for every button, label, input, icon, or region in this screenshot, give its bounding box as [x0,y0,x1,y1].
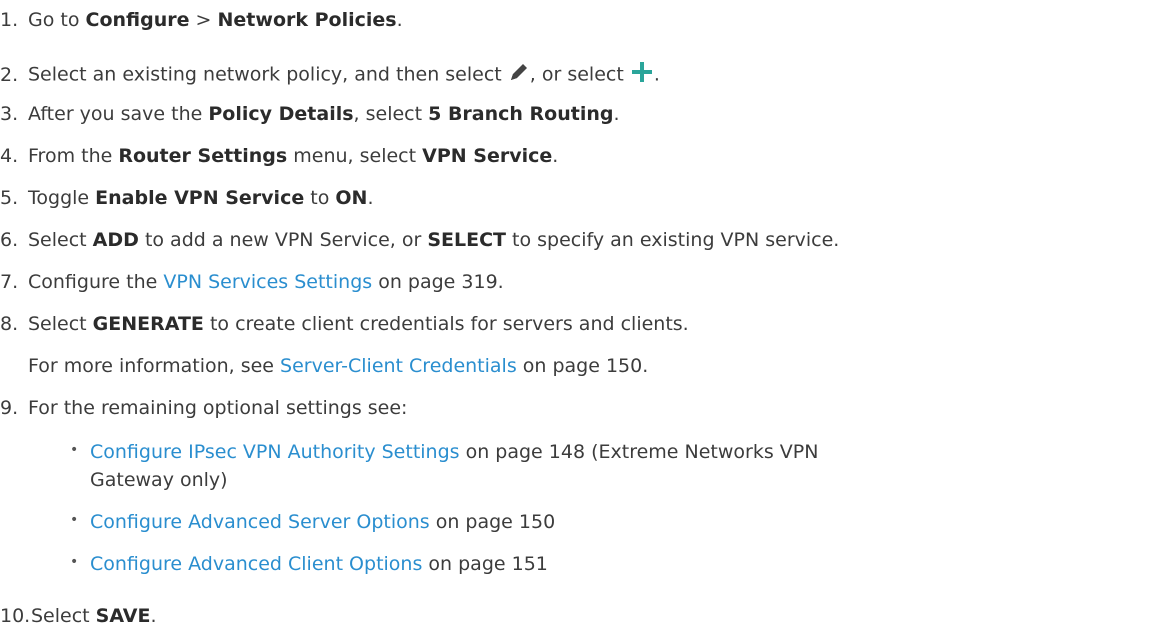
pencil-icon [508,61,530,89]
step-text: to [304,187,336,209]
step-3: 3. After you save the Policy Details, sel… [0,102,620,126]
link-configure-ipsec-vpn-authority[interactable]: Configure IPsec VPN Authority Settings [90,441,460,463]
punctuation: . [552,145,559,167]
bold-term: Policy Details [208,103,354,125]
step-text: After you save the [28,103,209,125]
step-9: 9. For the remaining optional settings se… [0,396,407,420]
step-text: on page 150 [429,511,556,533]
bold-term: Router Settings [118,145,288,167]
step-text: on page 151 [422,553,548,575]
step-number: 6. [0,229,19,251]
punctuation: . [653,63,660,86]
punctuation: . [367,187,374,209]
step-text: Select [31,605,96,627]
bold-term: SELECT [427,229,506,251]
step-number: 10. [0,605,31,627]
step-number: 3. [0,103,19,125]
step-4: 4. From the Router Settings menu, select … [0,144,558,168]
sub-item-advanced-server: Configure Advanced Server Options on pag… [90,510,555,534]
bold-term: VPN Service [422,145,553,167]
step-text: For more information, see [28,355,281,377]
step-2: 2. Select an existing network policy, and… [0,60,660,90]
step-10: 10.Select SAVE. [0,604,157,628]
step-number: 9. [0,397,19,419]
bullet: • [70,554,79,570]
bullet: • [70,512,79,528]
step-8: 8. Select GENERATE to create client crede… [0,312,689,336]
bold-term: SAVE [95,605,151,627]
step-text: to specify an existing VPN service. [506,229,840,251]
bold-term: GENERATE [92,313,204,335]
plus-icon [630,60,654,90]
step-6: 6. Select ADD to add a new VPN Service, o… [0,228,839,252]
sub-item-ipsec: Configure IPsec VPN Authority Settings o… [90,440,818,464]
step-text: Select an existing network policy, and t… [28,63,508,86]
step-text: Toggle [28,187,96,209]
step-text: to add a new VPN Service, or [138,229,428,251]
link-configure-advanced-server-options[interactable]: Configure Advanced Server Options [90,511,430,533]
step-8-more-info: For more information, see Server-Client … [28,354,648,378]
link-vpn-services-settings[interactable]: VPN Services Settings [163,271,372,293]
step-text: Configure the [28,271,164,293]
step-number: 5. [0,187,19,209]
punctuation: . [150,605,157,627]
punctuation: . [396,9,403,31]
step-text: , or select [529,63,630,86]
step-number: 2. [0,63,19,86]
bold-term: Network Policies [217,9,397,31]
step-number: 7. [0,271,19,293]
step-text: Select [28,313,93,335]
step-text: From the [28,145,119,167]
link-server-client-credentials[interactable]: Server-Client Credentials [280,355,517,377]
bold-term: ON [335,187,368,209]
punctuation: . [613,103,620,125]
sub-item-advanced-client: Configure Advanced Client Options on pag… [90,552,548,576]
bullet: • [70,442,79,458]
step-text: to create client credentials for servers… [203,313,689,335]
bold-term: Configure [85,9,190,31]
step-text: menu, select [287,145,423,167]
step-number: 4. [0,145,19,167]
separator: > [189,9,218,31]
bold-term: Enable VPN Service [95,187,305,209]
bold-term: 5 Branch Routing [428,103,614,125]
step-number: 8. [0,313,19,335]
step-text: on page 148 (Extreme Networks VPN [459,441,819,463]
step-text: Go to [28,9,86,31]
sub-item-ipsec-continued: Gateway only) [90,468,228,492]
step-text: on page 150. [516,355,649,377]
step-1: 1. Go to Configure > Network Policies. [0,8,403,32]
step-7: 7. Configure the VPN Services Settings on… [0,270,504,294]
step-text: on page 319. [372,271,504,293]
step-5: 5. Toggle Enable VPN Service to ON. [0,186,373,210]
step-number: 1. [0,9,19,31]
link-configure-advanced-client-options[interactable]: Configure Advanced Client Options [90,553,422,575]
step-text: , select [353,103,429,125]
step-text: Gateway only) [90,469,228,491]
step-text: Select [28,229,93,251]
step-text: For the remaining optional settings see: [28,397,408,419]
bold-term: ADD [92,229,139,251]
